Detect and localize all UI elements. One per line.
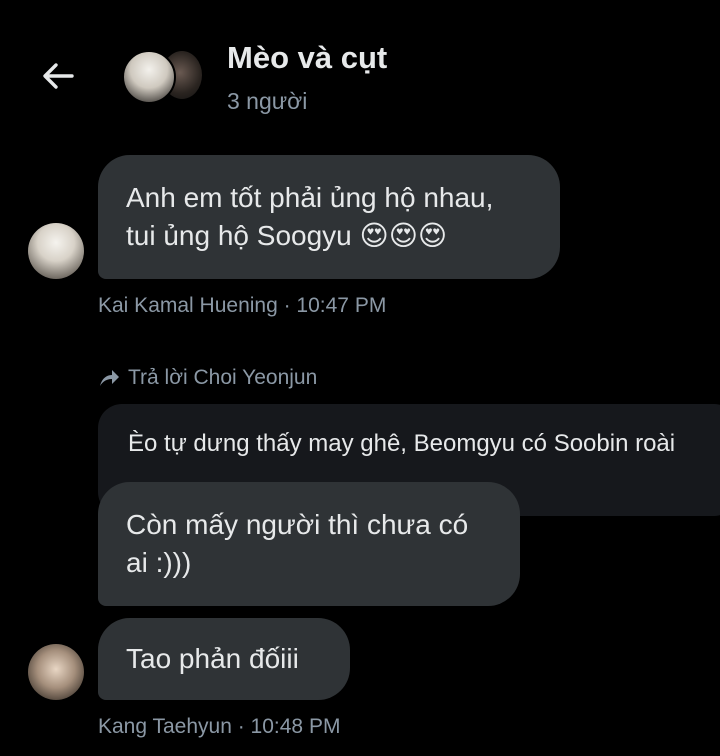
- message-text: tui ủng hộ Soogyu 😍😍😍: [126, 219, 448, 252]
- avatar-taehyun[interactable]: [28, 644, 84, 700]
- avatar-kai[interactable]: [28, 223, 84, 279]
- reply-arrow-icon: [100, 370, 119, 386]
- participant-count: 3 người: [227, 88, 308, 114]
- heart-eyes-emoji: 😍😍😍: [359, 219, 448, 252]
- group-avatar[interactable]: [122, 50, 206, 104]
- conversation-title[interactable]: Mèo và cụt: [227, 40, 387, 76]
- message-text: Tao phản đốiii: [126, 643, 299, 674]
- message-meta: Kang Taehyun · 10:48 PM: [98, 715, 341, 738]
- member-avatar-1: [122, 50, 176, 104]
- message-bubble[interactable]: Tao phản đốiii: [98, 618, 350, 700]
- back-button[interactable]: [38, 56, 78, 96]
- message-text: ai :))): [126, 547, 192, 578]
- message-text: Anh em tốt phải ủng hộ nhau,: [126, 182, 494, 213]
- reply-indicator: Trả lời Choi Yeonjun: [98, 366, 317, 390]
- message-text: Còn mấy người thì chưa có: [126, 509, 469, 540]
- reply-label: Trả lời Choi Yeonjun: [128, 366, 318, 389]
- message-bubble[interactable]: Anh em tốt phải ủng hộ nhau, tui ủng hộ …: [98, 155, 560, 279]
- back-arrow-icon: [43, 63, 74, 89]
- message-bubble[interactable]: Còn mấy người thì chưa có ai :))): [98, 482, 520, 606]
- message-meta: Kai Kamal Huening · 10:47 PM: [98, 294, 387, 317]
